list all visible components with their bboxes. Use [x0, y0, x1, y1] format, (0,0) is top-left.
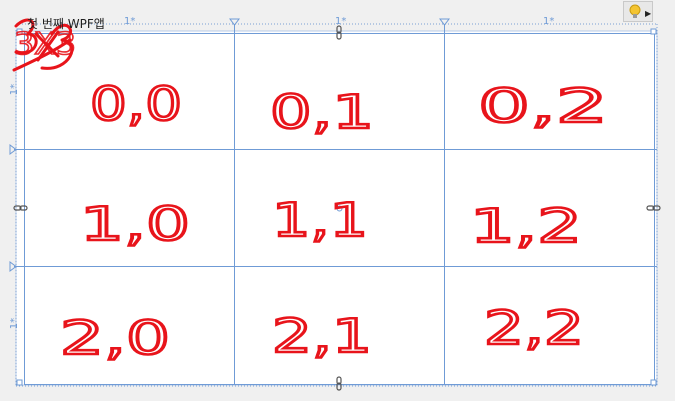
window-canvas[interactable] [15, 30, 658, 386]
row-size-label[interactable]: 1* [9, 318, 20, 329]
column-size-label[interactable]: 1* [543, 16, 554, 27]
lightbulb-icon [629, 4, 641, 18]
quick-actions-button[interactable]: ▶ [623, 1, 653, 22]
window-title: 첫 번째 WPF앱 [27, 17, 105, 31]
grid-annotation: 3X3 [14, 27, 76, 62]
triangle-right-icon: ▶ [645, 9, 652, 18]
column-size-label[interactable]: 1* [335, 16, 346, 27]
center-handle[interactable] [336, 205, 343, 212]
column-size-label[interactable]: 1* [124, 16, 135, 27]
wpf-designer-surface: 0,0 0,1 0,2 1,0 1,1 1,2 2,0 2,1 2,2 3X3 … [0, 0, 675, 401]
row-size-label[interactable]: 1* [9, 84, 20, 95]
